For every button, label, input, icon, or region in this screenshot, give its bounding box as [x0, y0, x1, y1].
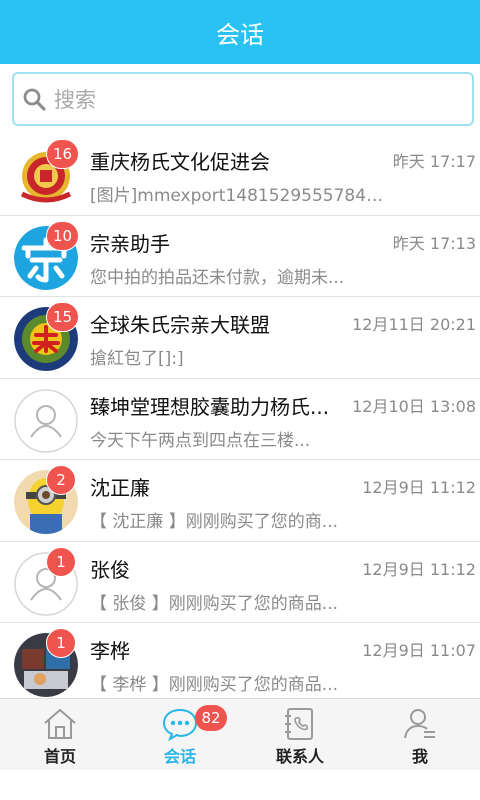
conversation-time: 昨天 17:17 [392, 152, 476, 171]
conversation-time: 昨天 17:13 [392, 233, 476, 253]
nav-home[interactable]: 首页 [0, 699, 120, 771]
conversation-row[interactable]: 2 沈正廉 12月9日 11:12 【 沈正廉 】刚刚购买了您的商... [0, 460, 480, 542]
conversation-name: 全球朱氏宗亲大联盟 [90, 313, 270, 337]
conversation-row[interactable]: 10 宗亲助手 昨天 17:13 您中拍的拍品还未付款，逾期未... [0, 215, 480, 297]
search-input[interactable]: 搜索 [12, 72, 474, 126]
conversation-time: 12月9日 11:07 [362, 641, 476, 660]
chat-unread-badge: 82 [195, 705, 227, 731]
unread-badge: 1 [46, 628, 76, 658]
nav-home-label: 首页 [43, 747, 76, 766]
unread-badge: 16 [46, 139, 80, 169]
conversation-name: 张俊 [90, 557, 130, 582]
conversation-name: 沈正廉 [90, 476, 150, 500]
message-preview: 【 李桦 】刚刚购买了您的商品... [90, 675, 339, 695]
conversation-row[interactable]: 1 张俊 12月9日 11:12 【 张俊 】刚刚购买了您的商品... [0, 541, 480, 623]
conversation-time: 12月10日 13:08 [352, 396, 476, 416]
nav-contacts-label: 联系人 [275, 747, 324, 766]
search-placeholder: 搜索 [54, 88, 96, 112]
conversation-time: 12月9日 11:12 [362, 559, 476, 579]
conversation-name: 重庆杨氏文化促进会 [90, 150, 270, 174]
app-header: 会话 [0, 0, 480, 64]
nav-chat[interactable]: 会话 82 [120, 699, 240, 771]
conversation-name: 宗亲助手 [90, 231, 170, 256]
bottom-navigation: 首页 会话 82 联系人 我 [0, 698, 480, 770]
nav-contacts[interactable]: 联系人 [240, 699, 360, 771]
profile-icon [402, 699, 438, 743]
conversation-row[interactable]: 臻坤堂理想胶囊助力杨氏... 12月10日 13:08 今天下午两点到四点在三楼… [0, 378, 480, 460]
message-preview: [图片]mmexport1481529555784.... [90, 186, 386, 206]
search-bar: 搜索 [0, 64, 480, 134]
unread-badge: 2 [46, 465, 76, 495]
chat-bubble-icon [161, 699, 199, 743]
conversation-list: 16 重庆杨氏文化促进会 昨天 17:17 [图片]mmexport148152… [0, 134, 480, 698]
message-preview: 您中拍的拍品还未付款，逾期未... [90, 267, 345, 288]
default-avatar-icon [14, 388, 78, 453]
conversation-name: 臻坤堂理想胶囊助力杨氏... [90, 394, 330, 419]
conversation-name: 李桦 [90, 639, 130, 663]
conversation-row[interactable]: 1 李桦 12月9日 11:07 【 李桦 】刚刚购买了您的商品... [0, 623, 480, 698]
message-preview: 【 沈正廉 】刚刚购买了您的商... [90, 512, 339, 532]
contacts-book-icon [283, 699, 317, 743]
search-icon [14, 74, 54, 124]
message-preview: 今天下午两点到四点在三楼... [90, 430, 311, 451]
conversation-row[interactable]: 15 全球朱氏宗亲大联盟 12月11日 20:21 搶紅包了[]:] [0, 297, 480, 379]
nav-me[interactable]: 我 [360, 699, 480, 771]
nav-chat-label: 会话 [163, 747, 196, 766]
conversation-time: 12月9日 11:12 [362, 478, 476, 497]
unread-badge: 1 [46, 546, 76, 577]
conversation-time: 12月11日 20:21 [352, 315, 476, 334]
message-preview: 搶紅包了[]:] [90, 349, 184, 369]
unread-badge: 15 [46, 302, 80, 332]
home-icon [42, 699, 78, 743]
nav-me-label: 我 [411, 747, 428, 766]
message-preview: 【 张俊 】刚刚购买了您的商品... [90, 593, 339, 614]
unread-badge: 10 [46, 220, 80, 251]
page-title: 会话 [216, 20, 264, 49]
conversation-row[interactable]: 16 重庆杨氏文化促进会 昨天 17:17 [图片]mmexport148152… [0, 134, 480, 216]
bottom-strip [0, 770, 480, 800]
